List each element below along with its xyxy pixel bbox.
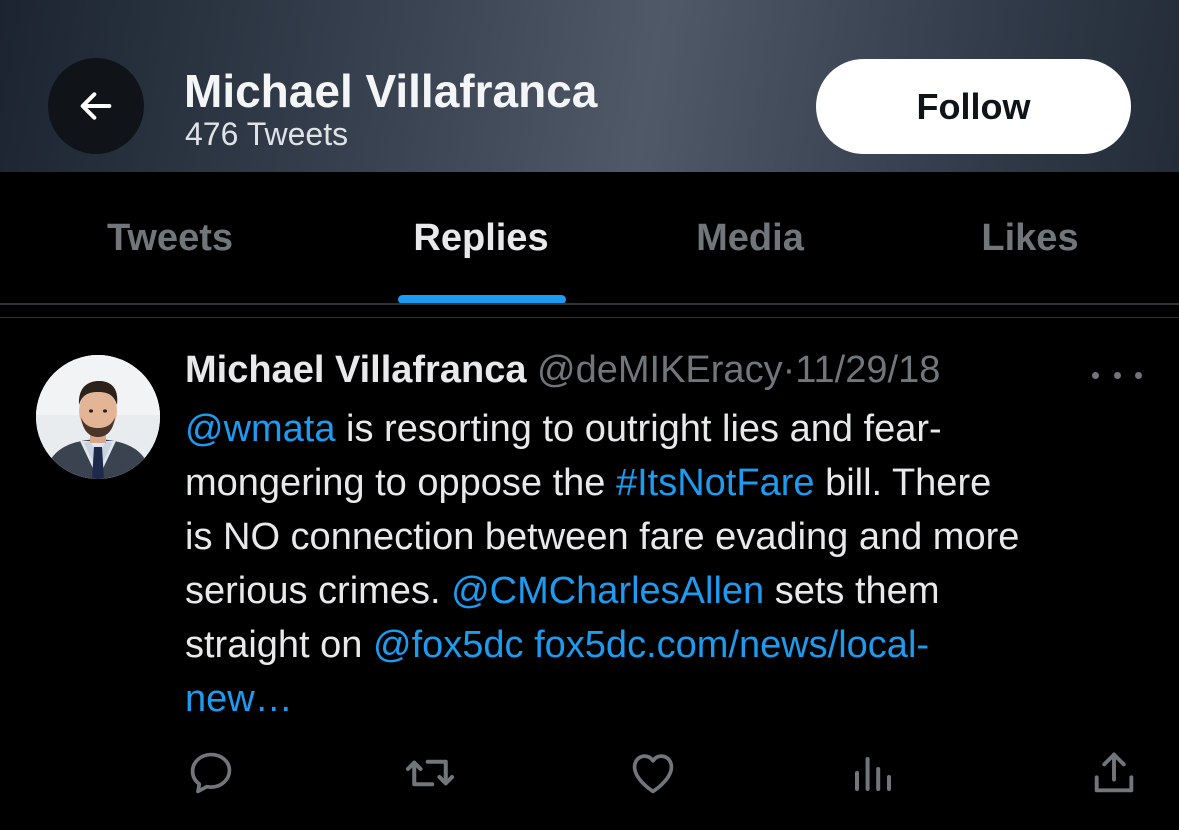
tweet-text-segment: straight on: [185, 624, 373, 666]
reply-button[interactable]: [183, 745, 239, 801]
mention-link[interactable]: @CMCharlesAllen: [451, 570, 764, 612]
mention-link[interactable]: @wmata: [185, 408, 336, 450]
arrow-left-icon: [80, 92, 112, 120]
tabs-divider: [0, 303, 1179, 305]
more-dot-icon: [1135, 371, 1142, 379]
url-link-continued[interactable]: new…: [185, 672, 1150, 726]
section-divider: [0, 317, 1179, 318]
tweet-text-segment: is NO connection between fare evading an…: [185, 516, 1020, 558]
tweet-text-segment: serious crimes.: [185, 570, 452, 612]
more-dot-icon: [1113, 371, 1121, 379]
tab-replies[interactable]: Replies: [350, 172, 612, 304]
more-dot-icon: [1092, 371, 1099, 379]
tab-media[interactable]: Media: [620, 172, 880, 304]
retweet-icon: [405, 759, 455, 787]
profile-photo: [36, 355, 160, 479]
header-separator: ·: [782, 349, 796, 391]
profile-tabs: Tweets Replies Media Likes: [0, 172, 1179, 304]
share-button[interactable]: [1086, 745, 1142, 801]
back-button[interactable]: [48, 58, 144, 154]
share-icon: [1094, 752, 1134, 793]
tweet-date[interactable]: 11/29/18: [795, 349, 940, 391]
tab-tweets[interactable]: Tweets: [40, 172, 300, 304]
views-icon: [855, 757, 891, 791]
tweet-text-segment: bill. There: [814, 462, 992, 504]
tweet-author-handle[interactable]: @deMIKEracy: [537, 349, 783, 391]
like-icon: [632, 754, 674, 794]
more-options-button[interactable]: [1092, 360, 1142, 390]
reply-icon: [190, 752, 232, 794]
tweet-count: 476 Tweets: [185, 116, 349, 152]
like-button[interactable]: [625, 745, 681, 801]
follow-button[interactable]: Follow: [816, 59, 1131, 154]
url-link[interactable]: fox5dc.com/news/local-: [524, 624, 929, 666]
tweet-author-name[interactable]: Michael Villafranca: [185, 349, 526, 391]
tweet-text-segment: is resorting to outright lies and fear-: [335, 408, 942, 450]
mention-link[interactable]: @fox5dc: [373, 624, 524, 666]
retweet-button[interactable]: [402, 745, 458, 801]
tweet-actions: [0, 745, 1179, 801]
tab-likes[interactable]: Likes: [900, 172, 1160, 304]
profile-display-name: Michael Villafranca: [184, 65, 598, 117]
tweet-text: @wmata is resorting to outright lies and…: [185, 402, 1150, 726]
tweet-text-segment: sets them: [764, 570, 940, 612]
avatar[interactable]: [36, 355, 160, 479]
profile-header: Michael Villafranca 476 Tweets Follow: [0, 0, 1179, 172]
tweet-text-segment: mongering to oppose the: [185, 462, 616, 504]
tweet-header: Michael Villafranca @deMIKEracy·11/29/18: [185, 349, 940, 392]
hashtag-link[interactable]: #ItsNotFare: [616, 462, 815, 504]
views-button[interactable]: [845, 745, 901, 801]
